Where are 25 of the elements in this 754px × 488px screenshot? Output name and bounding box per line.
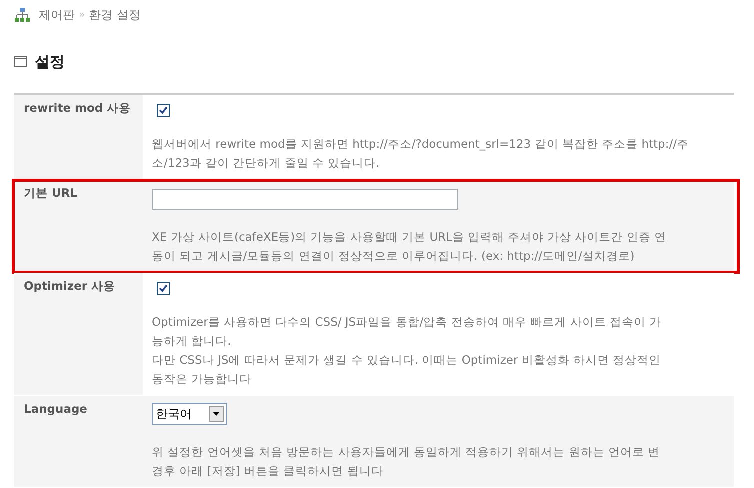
description-text: Optimizer를 사용하면 다수의 CSS/ JS파일을 통합/압축 전송하여 매우 빠르게 사이트 접속이 가 — [152, 314, 663, 331]
description-text: 다만 CSS나 JS에 따라서 문제가 생길 수 있습니다. 이때는 Optimizer 비활성화 하시면 정상적인 — [152, 352, 662, 369]
setting-label: Language — [24, 402, 88, 416]
input-field[interactable] — [152, 189, 458, 210]
sitemap-icon — [14, 7, 31, 23]
description-text: 소/123과 같이 간단하게 줄일 수 있습니다. — [152, 155, 381, 172]
description-text: 동이 되고 게시글/모듈등의 연결이 정상적으로 이루어집니다. (ex: http://도메인/설치경로) — [152, 248, 636, 265]
page-title: 설정 — [35, 52, 65, 70]
description-text: 위 설정한 언어셋을 처음 방문하는 사용자들에게 동일하게 적용하기 위해서는 원하는 언어로 변 — [152, 444, 662, 461]
setting-label: 기본 URL — [24, 186, 78, 200]
breadcrumb-link[interactable]: 제어판 — [39, 6, 75, 24]
checkbox[interactable] — [157, 282, 170, 295]
window-icon — [14, 56, 27, 67]
setting-label: rewrite mod 사용 — [24, 101, 132, 115]
description-text: 능하게 합니다. — [152, 333, 232, 350]
checkbox[interactable] — [157, 104, 170, 117]
language-dropdown[interactable]: 한국어 — [152, 403, 227, 425]
breadcrumb-link[interactable]: 환경 설정 — [89, 6, 141, 24]
description-text: 동작은 가능합니다 — [152, 371, 253, 388]
caret-icon — [209, 406, 224, 422]
breadcrumb-separator: » — [79, 8, 86, 22]
description-text: XE 가상 사이트(cafeXE등)의 기능을 사용할때 기본 URL을 입력해 주셔야 가상 사이트간 인증 연 — [152, 229, 668, 246]
setting-label: Optimizer 사용 — [24, 279, 116, 293]
description-text: 경후 아래 [저장] 버튼을 클릭하시면 됩니다 — [152, 463, 384, 480]
description-text: 웹서버에서 rewrite mod를 지원하면 http://주소/?document_srl=123 같이 복잡한 주소를 http://주 — [152, 136, 690, 153]
